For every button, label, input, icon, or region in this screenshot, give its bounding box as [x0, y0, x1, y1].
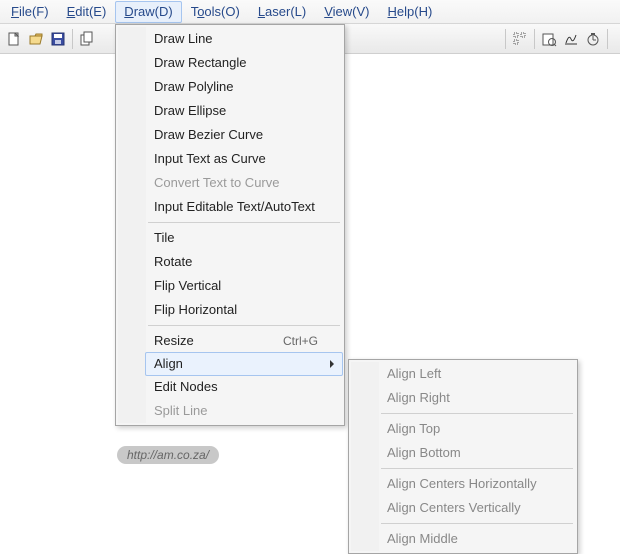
menu-item-label: Input Editable Text/AutoText — [154, 199, 315, 215]
menubar-item[interactable]: Help(H) — [379, 1, 442, 23]
menu-item-label: Align Middle — [387, 531, 458, 547]
menu-item-label: Align — [154, 356, 183, 372]
menu-item[interactable]: Draw Polyline — [146, 75, 342, 99]
menu-item[interactable]: Align Middle — [379, 527, 575, 551]
new-file-icon[interactable] — [6, 31, 22, 47]
toolbar-separator — [607, 29, 608, 49]
menubar-item[interactable]: Draw(D) — [115, 1, 181, 23]
menu-item[interactable]: Flip Vertical — [146, 274, 342, 298]
preview-icon[interactable] — [541, 31, 557, 47]
menubar-item[interactable]: Edit(E) — [58, 1, 116, 23]
menu-item[interactable]: Draw Bezier Curve — [146, 123, 342, 147]
menu-item[interactable]: Flip Horizontal — [146, 298, 342, 322]
menu-item-label: Convert Text to Curve — [154, 175, 279, 191]
menu-item-label: Draw Polyline — [154, 79, 233, 95]
menu-item[interactable]: Align Top — [379, 417, 575, 441]
menu-separator — [148, 222, 340, 223]
menu-item[interactable]: Tile — [146, 226, 342, 250]
menu-item-label: Draw Rectangle — [154, 55, 247, 71]
open-file-icon[interactable] — [28, 31, 44, 47]
menu-item[interactable]: Align Centers Vertically — [379, 496, 575, 520]
submenu-arrow-icon — [330, 360, 334, 368]
menu-item-label: Split Line — [154, 403, 207, 419]
menu-item-label: Align Centers Horizontally — [387, 476, 537, 492]
toolbar-group-preview — [541, 31, 601, 47]
menubar: File(F)Edit(E)Draw(D)Tools(O)Laser(L)Vie… — [0, 0, 620, 24]
menu-item-label: Draw Bezier Curve — [154, 127, 263, 143]
menubar-item[interactable]: Laser(L) — [249, 1, 315, 23]
menu-item-label: Flip Horizontal — [154, 302, 237, 318]
menu-item-label: Align Top — [387, 421, 440, 437]
menu-separator — [148, 325, 340, 326]
menu-separator — [381, 468, 573, 469]
menubar-item[interactable]: View(V) — [315, 1, 378, 23]
menu-item-shortcut: Ctrl+G — [283, 333, 318, 349]
signal-icon[interactable] — [563, 31, 579, 47]
draw-menu-dropdown: Draw Line Draw Rectangle Draw Polyline Draw… — [115, 24, 345, 426]
menu-item[interactable]: Input Text as Curve — [146, 147, 342, 171]
menu-item[interactable]: Input Editable Text/AutoText — [146, 195, 342, 219]
menu-item[interactable]: Draw Ellipse — [146, 99, 342, 123]
menu-item-label: Rotate — [154, 254, 192, 270]
watermark-badge: http://am.co.za/ — [117, 446, 219, 464]
menu-item[interactable]: Align Centers Horizontally — [379, 472, 575, 496]
save-icon[interactable] — [50, 31, 66, 47]
toolbar-separator — [505, 29, 506, 49]
timer-icon[interactable] — [585, 31, 601, 47]
menu-item: Split Line — [146, 399, 342, 423]
menu-item-label: Flip Vertical — [154, 278, 221, 294]
menu-item-label: Align Right — [387, 390, 450, 406]
menu-item[interactable]: Edit Nodes — [146, 375, 342, 399]
duplicate-icon[interactable] — [79, 31, 95, 47]
menu-item-label: Tile — [154, 230, 174, 246]
menu-item[interactable]: Align Left — [379, 362, 575, 386]
menubar-item[interactable]: File(F) — [2, 1, 58, 23]
menu-item-label: Align Bottom — [387, 445, 461, 461]
menu-item-label: Resize — [154, 333, 194, 349]
toolbar-group-file — [6, 31, 66, 47]
menu-item[interactable]: Align Bottom — [379, 441, 575, 465]
menu-item[interactable]: Align — [145, 352, 343, 376]
menu-item-label: Draw Ellipse — [154, 103, 226, 119]
grid-settings-icon[interactable] — [512, 31, 528, 47]
menu-item-label: Draw Line — [154, 31, 213, 47]
menu-item-label: Align Centers Vertically — [387, 500, 521, 516]
menu-item[interactable]: Align Right — [379, 386, 575, 410]
menu-separator — [381, 413, 573, 414]
menu-item[interactable]: Draw Rectangle — [146, 51, 342, 75]
toolbar-separator — [72, 29, 73, 49]
toolbar-group-misc1 — [79, 31, 95, 47]
menu-separator — [381, 523, 573, 524]
align-submenu: Align Left Align Right Align Top Align Bott… — [348, 359, 578, 554]
menu-item[interactable]: Draw Line — [146, 27, 342, 51]
menu-item-label: Input Text as Curve — [154, 151, 266, 167]
menu-item-label: Align Left — [387, 366, 441, 382]
menu-item-label: Edit Nodes — [154, 379, 218, 395]
toolbar-group-settings — [512, 31, 528, 47]
menubar-item[interactable]: Tools(O) — [182, 1, 249, 23]
menu-item: Convert Text to Curve — [146, 171, 342, 195]
menu-item[interactable]: Resize Ctrl+G — [146, 329, 342, 353]
menu-item[interactable]: Rotate — [146, 250, 342, 274]
toolbar-separator — [534, 29, 535, 49]
